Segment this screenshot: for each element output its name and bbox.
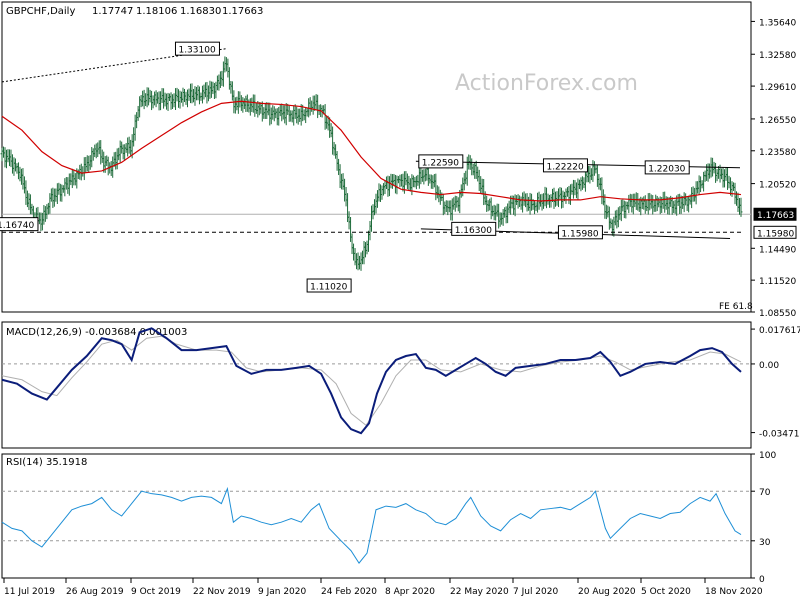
price-tick-label: 1.20520	[759, 181, 796, 191]
annotation-label: 1.22220	[546, 162, 583, 172]
price-tick-label: 1.35640	[759, 18, 796, 28]
x-tick-label: 9 Oct 2019	[131, 587, 181, 597]
price-tick-label: 1.11520	[759, 277, 796, 287]
annotation-label: 1.22590	[422, 158, 459, 168]
price-annotation: 1.11020	[306, 278, 352, 293]
macd-tick-label: 0.00	[759, 361, 779, 371]
ohlc-open: 1.17747	[92, 6, 133, 17]
price-annotation: 1.22220	[542, 158, 588, 173]
macd-tick-label: 0.017617	[759, 326, 800, 336]
x-tick-label: 22 May 2020	[450, 587, 509, 597]
fe-label: FE 61.8	[719, 302, 753, 312]
x-tick-label: 26 Aug 2019	[66, 587, 124, 597]
annotation-label: 1.33100	[178, 46, 215, 56]
x-tick-label: 18 Nov 2020	[705, 587, 763, 597]
price-tick-label: 1.15980	[757, 229, 794, 239]
x-tick-label: 11 Jul 2019	[4, 587, 55, 597]
x-tick-label: 20 Aug 2020	[578, 587, 636, 597]
current-price-tag: 1.17663	[753, 207, 797, 221]
price-tick-label: 1.14490	[759, 245, 796, 255]
x-tick-label: 22 Nov 2019	[193, 587, 251, 597]
rsi-tick-label: 0	[759, 575, 765, 585]
annotation-label: 1.11020	[310, 283, 347, 293]
support-level-tag: 1.15980	[753, 225, 797, 239]
price-tick-label: 1.17663	[757, 211, 794, 221]
x-tick-label: 8 Apr 2020	[385, 587, 435, 597]
ohlc-low: 1.16830	[180, 6, 221, 17]
rsi-title: RSI(14) 35.1918	[6, 457, 87, 468]
price-chart-title: GBPCHF,Daily	[6, 6, 75, 17]
annotation-label: 1.16300	[455, 226, 492, 236]
price-annotation: 1.33100	[174, 41, 220, 56]
price-tick-label: 1.32580	[759, 51, 796, 61]
watermark: ActionForex.com	[455, 71, 638, 96]
x-tick-label: 9 Jan 2020	[258, 587, 306, 597]
ohlc-close: 1.17663	[222, 6, 263, 17]
annotation-label: 1.16740	[0, 221, 34, 231]
price-tick-label: 1.26550	[759, 116, 796, 126]
macd-tick-label: -0.034711	[759, 430, 800, 440]
price-annotation: 1.22030	[644, 160, 690, 175]
price-annotation: 1.15980	[557, 225, 603, 240]
price-tick-label: 1.29610	[759, 83, 796, 93]
price-tick-label: 1.08550	[759, 309, 796, 319]
price-annotation: 1.16740	[0, 217, 39, 232]
x-tick-label: 7 Jul 2020	[513, 587, 558, 597]
price-tick-label: 1.23580	[759, 148, 796, 158]
annotation-label: 1.22030	[648, 164, 685, 174]
x-tick-label: 24 Feb 2020	[321, 587, 377, 597]
price-annotation: 1.22590	[418, 154, 464, 169]
x-tick-label: 5 Oct 2020	[641, 587, 691, 597]
ohlc-high: 1.18106	[136, 6, 177, 17]
forex-chart: ActionForex.com GBPCHF,Daily 1.17747 1.1…	[0, 0, 800, 600]
rsi-tick-label: 70	[759, 488, 771, 498]
price-annotation: 1.16300	[451, 221, 497, 236]
rsi-tick-label: 100	[759, 451, 776, 461]
rsi-tick-label: 30	[759, 538, 771, 548]
annotation-label: 1.15980	[561, 229, 598, 239]
